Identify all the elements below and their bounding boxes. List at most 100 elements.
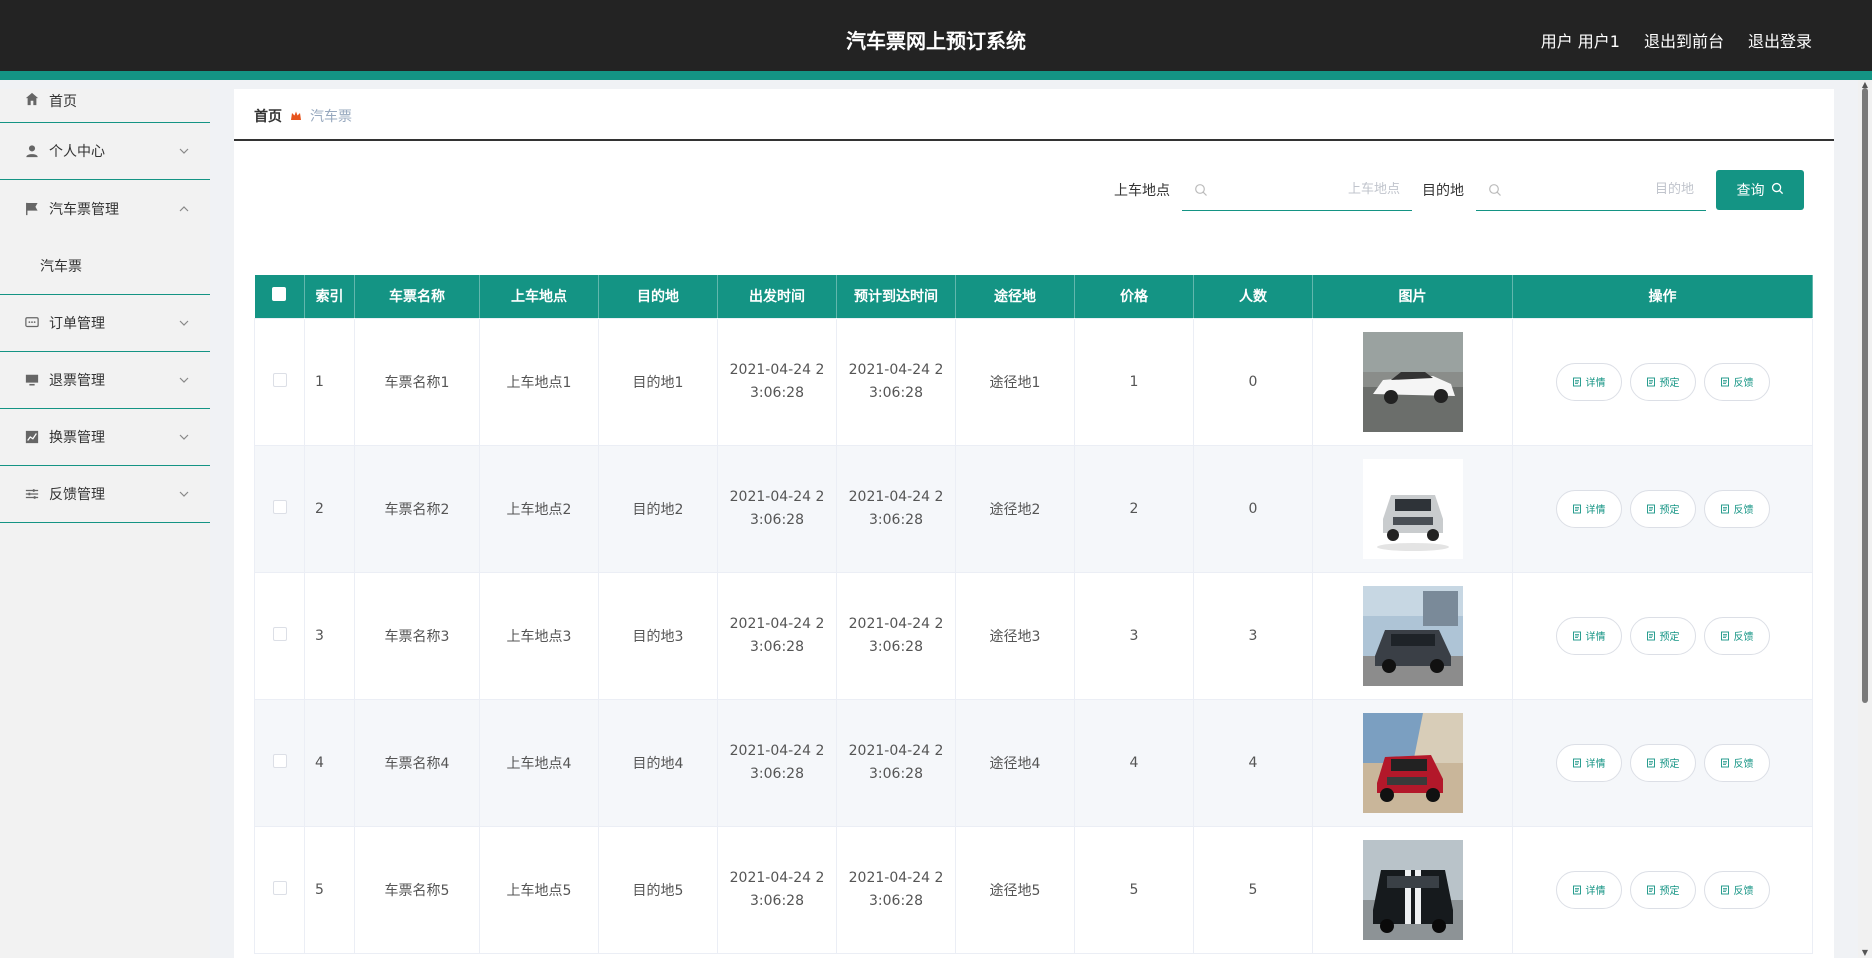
sidebar-subitem-label: 汽车票	[40, 258, 82, 275]
row-checkbox[interactable]	[272, 499, 287, 514]
detail-button[interactable]: 详情	[1555, 616, 1622, 655]
destination-cell: 目的地3	[598, 571, 718, 700]
depart-time-line: 3:06:28	[750, 511, 804, 528]
depart-time-line: 3:06:28	[750, 384, 804, 401]
exit-to-front-link[interactable]: 退出到前台	[1644, 28, 1724, 52]
chevron-down-icon	[178, 431, 190, 443]
car-thumbnail[interactable]	[1362, 712, 1463, 813]
sidebar: 首页 个人中心 汽车票管理 汽车票 订单管理 退票管理 换票管理 反馈管理	[0, 89, 210, 958]
depart-time-cell: 2021-04-24 2 3:06:28	[717, 825, 837, 954]
sidebar-item-ticket-management[interactable]: 汽车票管理	[0, 180, 210, 237]
arrive-time-line: 2021-04-24 2	[848, 742, 944, 759]
row-select-cell[interactable]	[254, 825, 305, 954]
book-button-label: 预定	[1659, 378, 1680, 389]
detail-button-label: 详情	[1585, 886, 1606, 897]
ticket-name-cell: 车票名称2	[354, 444, 480, 573]
row-select-cell[interactable]	[254, 698, 305, 827]
detail-button[interactable]: 详情	[1555, 362, 1622, 401]
feedback-button[interactable]: 反馈	[1703, 489, 1770, 528]
logout-link[interactable]: 退出登录	[1748, 28, 1812, 52]
sidebar-item-feedback-management[interactable]: 反馈管理	[0, 466, 210, 523]
breadcrumb-separator-icon	[290, 110, 302, 122]
select-all-checkbox[interactable]	[272, 287, 287, 302]
main-content: 首页 汽车票 上车地点 目的地 查询	[234, 89, 1834, 958]
document-icon	[1720, 504, 1730, 514]
document-icon	[1720, 885, 1730, 895]
sidebar-item-label: 汽车票管理	[49, 201, 119, 218]
chart-icon	[24, 429, 40, 445]
book-button[interactable]: 预定	[1629, 489, 1696, 528]
sidebar-item-home[interactable]: 首页	[0, 89, 210, 123]
arrive-time-line: 3:06:28	[869, 765, 923, 782]
document-icon	[1572, 504, 1582, 514]
row-checkbox[interactable]	[272, 372, 287, 387]
arrive-time-cell: 2021-04-24 2 3:06:28	[836, 444, 956, 573]
monitor-icon	[24, 372, 40, 388]
destination-input[interactable]	[1502, 182, 1694, 197]
row-checkbox[interactable]	[272, 626, 287, 641]
column-header: 图片	[1312, 275, 1513, 318]
ticket-name-cell: 车票名称5	[354, 825, 480, 954]
car-thumbnail[interactable]	[1362, 839, 1463, 940]
select-all-header[interactable]	[254, 275, 305, 318]
book-button[interactable]: 预定	[1629, 362, 1696, 401]
breadcrumb-home[interactable]: 首页	[254, 106, 282, 126]
book-button-label: 预定	[1659, 886, 1680, 897]
car-thumbnail[interactable]	[1362, 458, 1463, 559]
row-select-cell[interactable]	[254, 571, 305, 700]
table-row: 5 车票名称5 上车地点5 目的地5 2021-04-24 2 3:06:28 2021-0…	[254, 825, 1813, 954]
sidebar-item-exchange-management[interactable]: 换票管理	[0, 409, 210, 466]
scroll-down-arrow-icon[interactable]: ▼	[1860, 948, 1870, 957]
row-checkbox[interactable]	[272, 880, 287, 895]
feedback-button[interactable]: 反馈	[1703, 362, 1770, 401]
chevron-up-icon	[178, 203, 190, 215]
sidebar-item-personal-center[interactable]: 个人中心	[0, 123, 210, 180]
sidebar-item-label: 换票管理	[49, 430, 105, 446]
board-location-cell: 上车地点5	[479, 825, 599, 954]
book-button[interactable]: 预定	[1629, 870, 1696, 909]
feedback-button[interactable]: 反馈	[1703, 616, 1770, 655]
document-icon	[1720, 631, 1730, 641]
row-select-cell[interactable]	[254, 444, 305, 573]
feedback-button[interactable]: 反馈	[1703, 870, 1770, 909]
row-checkbox[interactable]	[272, 753, 287, 768]
destination-cell: 目的地1	[598, 317, 718, 446]
page-scrollbar[interactable]: ▲ ▼	[1858, 80, 1872, 958]
column-header: 价格	[1074, 275, 1194, 318]
column-header: 索引	[304, 275, 355, 318]
table-row: 3 车票名称3 上车地点3 目的地3 2021-04-24 2 3:06:28 2021-0…	[254, 571, 1813, 700]
sidebar-item-order-management[interactable]: 订单管理	[0, 295, 210, 352]
feedback-button-label: 反馈	[1733, 505, 1754, 516]
document-icon	[1572, 758, 1582, 768]
document-icon	[1646, 377, 1656, 387]
sidebar-subitem-ticket[interactable]: 汽车票	[0, 237, 210, 295]
detail-button[interactable]: 详情	[1555, 489, 1622, 528]
scrollbar-thumb[interactable]	[1862, 88, 1868, 703]
board-location-input[interactable]	[1208, 182, 1400, 197]
book-button[interactable]: 预定	[1629, 743, 1696, 782]
image-cell	[1312, 317, 1513, 446]
via-cell: 途径地1	[955, 317, 1075, 446]
arrive-time-line: 3:06:28	[869, 511, 923, 528]
index-cell: 4	[304, 698, 355, 827]
query-button-label: 查询	[1736, 182, 1765, 198]
document-icon	[1720, 377, 1730, 387]
via-cell: 途径地5	[955, 825, 1075, 954]
ticket-name-cell: 车票名称1	[354, 317, 480, 446]
column-header: 操作	[1512, 275, 1813, 318]
detail-button[interactable]: 详情	[1555, 870, 1622, 909]
query-button[interactable]: 查询	[1716, 170, 1804, 210]
feedback-button[interactable]: 反馈	[1703, 743, 1770, 782]
car-thumbnail[interactable]	[1362, 331, 1463, 432]
column-header: 上车地点	[479, 275, 599, 318]
scroll-up-arrow-icon[interactable]: ▲	[1860, 80, 1870, 89]
index-cell: 1	[304, 317, 355, 446]
depart-time-line: 2021-04-24 2	[729, 742, 825, 759]
sidebar-item-refund-management[interactable]: 退票管理	[0, 352, 210, 409]
car-thumbnail[interactable]	[1362, 585, 1463, 686]
book-button[interactable]: 预定	[1629, 616, 1696, 655]
arrive-time-cell: 2021-04-24 2 3:06:28	[836, 571, 956, 700]
row-select-cell[interactable]	[254, 317, 305, 446]
detail-button[interactable]: 详情	[1555, 743, 1622, 782]
people-cell: 3	[1193, 571, 1313, 700]
